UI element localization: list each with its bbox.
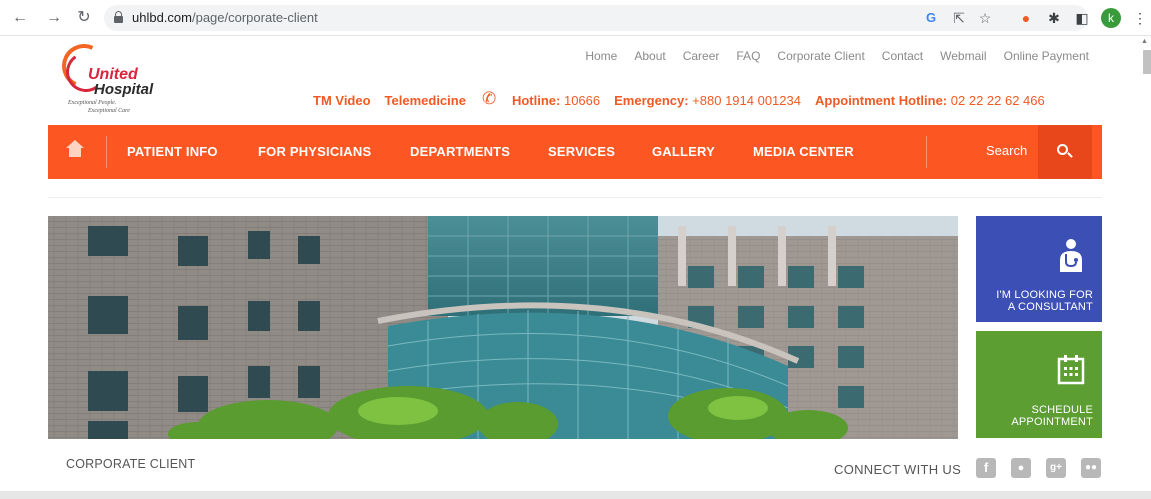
- emergency-value: +880 1914 001234: [692, 92, 801, 108]
- schedule-text-line-2: APPOINTMENT: [1011, 416, 1093, 428]
- profile-avatar[interactable]: k: [1101, 8, 1121, 28]
- toplink-faq[interactable]: FAQ: [736, 49, 760, 63]
- logo-tagline-1: Exceptional People.: [68, 100, 117, 106]
- forward-icon[interactable]: →: [44, 8, 64, 28]
- side-panel-icon[interactable]: ◧: [1072, 8, 1092, 28]
- hero-banner-image: [48, 216, 958, 439]
- calendar-icon: [1057, 355, 1085, 385]
- consultant-text-line-1: I'M LOOKING FOR: [996, 289, 1093, 301]
- home-icon: [66, 140, 84, 157]
- bookmark-star-icon[interactable]: ☆: [976, 9, 994, 27]
- nav-departments[interactable]: DEPARTMENTS: [410, 144, 510, 159]
- extension-icon[interactable]: ●: [1016, 8, 1036, 28]
- toplink-online-payment[interactable]: Online Payment: [1004, 49, 1089, 63]
- facebook-icon[interactable]: f: [976, 458, 996, 478]
- nav-gallery[interactable]: GALLERY: [652, 144, 715, 159]
- reload-icon[interactable]: ↻: [74, 8, 94, 28]
- nav-services[interactable]: SERVICES: [548, 144, 615, 159]
- back-icon[interactable]: ←: [10, 8, 30, 28]
- schedule-appointment-box[interactable]: SCHEDULE APPOINTMENT: [976, 331, 1102, 438]
- appointment-hotline-label: Appointment Hotline:: [814, 92, 948, 108]
- emergency-label: Emergency:: [614, 92, 689, 108]
- toplink-corporate-client[interactable]: Corporate Client: [777, 49, 864, 63]
- nav-patient-info[interactable]: PATIENT INFO: [127, 144, 218, 159]
- browser-toolbar: ← → ↻ uhlbd.com/page/corporate-client G …: [0, 0, 1151, 36]
- toplink-career[interactable]: Career: [683, 49, 720, 63]
- logo-hospital-text: Hospital: [94, 81, 154, 98]
- footer-strip: [0, 491, 1151, 499]
- lock-icon[interactable]: [114, 11, 123, 23]
- consultant-text-line-2: A CONSULTANT: [1007, 301, 1093, 313]
- phone-icon: ✆: [481, 89, 497, 108]
- nav-divider: [106, 136, 107, 168]
- search-button[interactable]: [1038, 125, 1092, 179]
- scrollbar-thumb[interactable]: [1143, 50, 1151, 74]
- top-links: Home About Career FAQ Corporate Client C…: [568, 49, 1089, 63]
- schedule-text-line-1: SCHEDULE: [1031, 404, 1093, 416]
- main-navigation: PATIENT INFO FOR PHYSICIANS DEPARTMENTS …: [48, 125, 1102, 179]
- nav-divider-search: [926, 136, 927, 168]
- scroll-up-arrow[interactable]: ▲: [1141, 38, 1149, 46]
- doctor-icon: [1060, 239, 1082, 272]
- page-title: CORPORATE CLIENT: [66, 457, 196, 471]
- twitter-icon[interactable]: ●: [1011, 458, 1031, 478]
- header-divider: [48, 197, 1102, 198]
- google-translate-icon[interactable]: G: [922, 9, 940, 27]
- google-plus-icon[interactable]: g+: [1046, 458, 1066, 478]
- share-icon[interactable]: ⇱: [950, 9, 968, 27]
- tm-video-link[interactable]: TM Video: [313, 93, 371, 108]
- connect-with-us-label: CONNECT WITH US: [834, 462, 962, 477]
- hotline-value: 10666: [563, 92, 601, 108]
- united-hospital-logo[interactable]: United Hospital Exceptional People. Exce…: [55, 37, 168, 120]
- address-bar[interactable]: uhlbd.com/page/corporate-client G ⇱ ☆: [104, 5, 1088, 31]
- flickr-icon[interactable]: ●●: [1081, 458, 1101, 478]
- toplink-home[interactable]: Home: [585, 49, 617, 63]
- toplink-contact[interactable]: Contact: [882, 49, 923, 63]
- url-host: uhlbd.com: [132, 10, 192, 25]
- search-label[interactable]: Search: [986, 143, 1027, 158]
- telemedicine-link[interactable]: Telemedicine: [385, 93, 466, 108]
- puzzle-icon[interactable]: ✱: [1044, 8, 1064, 28]
- hospital-building-illustration: [48, 216, 958, 439]
- menu-dots-icon[interactable]: ⋮: [1130, 8, 1150, 28]
- appointment-hotline-value: 02 22 22 62 466: [950, 92, 1045, 108]
- url-text[interactable]: uhlbd.com/page/corporate-client: [132, 10, 318, 25]
- home-button[interactable]: [48, 125, 106, 179]
- nav-media-center[interactable]: MEDIA CENTER: [753, 144, 854, 159]
- hotline-label: Hotline:: [511, 92, 561, 108]
- search-icon-handle: [1067, 152, 1073, 158]
- contact-info-bar: TM Video Telemedicine ✆ Hotline: 10666 E…: [313, 89, 1045, 109]
- nav-for-physicians[interactable]: FOR PHYSICIANS: [258, 144, 371, 159]
- toplink-webmail[interactable]: Webmail: [940, 49, 986, 63]
- find-consultant-box[interactable]: I'M LOOKING FOR A CONSULTANT: [976, 216, 1102, 322]
- logo-tagline-2: Exceptional Care: [88, 108, 130, 114]
- url-path: /page/corporate-client: [191, 10, 318, 25]
- toplink-about[interactable]: About: [634, 49, 665, 63]
